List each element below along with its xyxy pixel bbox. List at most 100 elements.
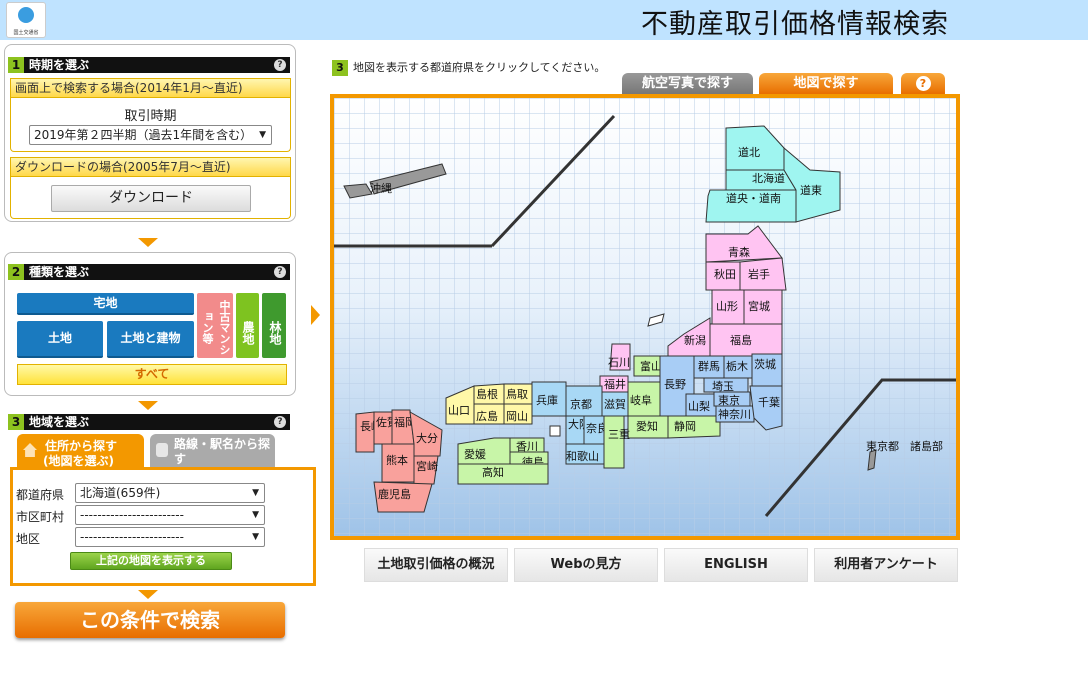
chevron-down-icon: ▼ — [252, 488, 259, 498]
pref-ishikawa-label: 石川 — [608, 356, 630, 369]
pref-kochi-label: 高知 — [482, 465, 504, 479]
pref-hiroshima-label: 広島 — [476, 409, 498, 423]
period-select[interactable]: 2019年第２四半期（過去1年間を含む） ▼ — [29, 125, 272, 145]
pref-hokkaido-label: 北海道 — [752, 171, 785, 185]
district-select-value: ------------------------ — [80, 530, 184, 544]
step-arrow-3-icon — [138, 590, 158, 599]
pref-tokyo[interactable]: 東京 — [713, 391, 751, 407]
pref-akita-label: 秋田 — [714, 267, 736, 281]
takuchi-button[interactable]: 宅地 — [17, 293, 194, 315]
map-instruction: 3 地図を表示する都道府県をクリックしてください。 — [332, 59, 605, 76]
chuko-mansion-button[interactable]: 中古マンション等 — [197, 293, 233, 358]
tochi-tatemono-button[interactable]: 土地と建物 — [107, 321, 194, 358]
pref-aomori-label: 青森 — [728, 245, 750, 259]
pref-hiroshima[interactable]: 広島 — [473, 403, 505, 425]
all-types-button[interactable]: すべて — [17, 364, 287, 385]
pref-miyagi-label: 宮城 — [748, 299, 770, 313]
map-instruction-text: 地図を表示する都道府県をクリックしてください。 — [353, 61, 606, 74]
nochi-button[interactable]: 農地 — [236, 293, 259, 358]
pref-saitama[interactable]: 埼玉 — [703, 377, 749, 393]
pref-chiba-label: 千葉 — [758, 395, 780, 409]
pref-doto-label: 道東 — [800, 183, 822, 197]
pref-tochigi-label: 栃木 — [726, 359, 748, 373]
overview-link[interactable]: 土地取引価格の概況 — [364, 548, 508, 582]
step1-help-icon[interactable]: ? — [274, 59, 286, 71]
pref-okayama[interactable]: 岡山 — [503, 403, 533, 425]
pref-select[interactable]: 北海道(659件) ▼ — [75, 483, 265, 503]
step3-help-icon[interactable]: ? — [274, 416, 286, 428]
pref-shizuoka-label: 静岡 — [674, 419, 696, 433]
pref-shiga[interactable]: 滋賀 — [601, 391, 629, 417]
pref-miyazaki[interactable]: 宮崎 — [413, 455, 439, 485]
mlit-logo[interactable]: 国土交通省 — [6, 2, 46, 38]
tochi-button[interactable]: 土地 — [17, 321, 103, 358]
pref-saitama-label: 埼玉 — [712, 379, 734, 393]
pref-shimane[interactable]: 島根 — [471, 383, 505, 405]
pref-gifu[interactable]: 岐阜 — [627, 381, 661, 419]
home-icon — [23, 443, 37, 457]
pref-tottori-label: 鳥取 — [506, 387, 528, 401]
map-help-tab[interactable]: ? — [901, 73, 945, 94]
pref-dochuo[interactable]: 道央・道南 — [705, 189, 797, 223]
pref-tottori[interactable]: 鳥取 — [503, 383, 533, 405]
pref-kanagawa[interactable]: 神奈川 — [715, 405, 755, 423]
pref-fukushima[interactable]: 福島 — [709, 323, 783, 357]
step1-number: 1 — [8, 57, 24, 73]
step2-header: 2 種類を選ぶ ? — [8, 264, 290, 280]
pref-kagawa[interactable]: 香川 — [509, 437, 545, 453]
pref-kochi[interactable]: 高知 — [457, 463, 549, 485]
pref-kyoto-label: 京都 — [570, 397, 592, 411]
pref-kyoto[interactable]: 京都 — [565, 385, 603, 417]
pref-gifu-label: 岐阜 — [630, 394, 652, 407]
pref-ishikawa[interactable]: 石川 — [608, 343, 631, 371]
pref-shiga-label: 滋賀 — [604, 398, 626, 411]
pref-miyazaki-label: 宮崎 — [416, 459, 438, 473]
pref-miyagi[interactable]: 宮城 — [743, 289, 783, 325]
web-howto-link[interactable]: Webの見方 — [514, 548, 658, 582]
pref-fukushima-label: 福島 — [730, 333, 752, 347]
pref-gunma[interactable]: 群馬 — [693, 355, 725, 379]
pref-aichi[interactable]: 愛知 — [627, 415, 669, 439]
tab-station-search[interactable]: 路線・駅名から探す — [150, 434, 275, 468]
step2-help-icon[interactable]: ? — [274, 266, 286, 278]
rinchi-button[interactable]: 林地 — [262, 293, 286, 358]
pref-akita[interactable]: 秋田 — [705, 261, 741, 291]
pref-hyogo[interactable]: 兵庫 — [531, 381, 567, 417]
pref-yamagata[interactable]: 山形 — [711, 289, 745, 325]
pref-wakayama[interactable]: 和歌山 — [565, 443, 605, 465]
tab-aerial-photo[interactable]: 航空写真で探す — [622, 73, 753, 94]
download-button[interactable]: ダウンロード — [51, 185, 251, 212]
chevron-down-icon: ▼ — [252, 532, 259, 542]
pref-okinawa[interactable]: 沖縄 — [370, 181, 392, 195]
pref-tokyo-islands[interactable]: 東京都 諸島部 — [866, 439, 943, 453]
step3-number: 3 — [8, 414, 24, 430]
step1-title: 時期を選ぶ — [29, 58, 90, 72]
city-select[interactable]: ------------------------ ▼ — [75, 505, 265, 525]
english-link[interactable]: ENGLISH — [664, 548, 808, 582]
logo-mark-icon — [18, 7, 34, 23]
pref-ibaraki-label: 茨城 — [754, 357, 776, 371]
logo-text: 国土交通省 — [13, 30, 39, 36]
tab-address-search[interactable]: 住所から探す (地図を選ぶ) — [17, 434, 144, 468]
pref-iwate-label: 岩手 — [748, 267, 770, 281]
district-select[interactable]: ------------------------ ▼ — [75, 527, 265, 547]
pref-ibaraki[interactable]: 茨城 — [751, 353, 783, 389]
pref-yamaguchi-label: 山口 — [448, 404, 470, 417]
step-arrow-1-icon — [138, 238, 158, 247]
pref-tochigi[interactable]: 栃木 — [723, 355, 753, 379]
help-icon: ? — [915, 76, 931, 91]
search-button[interactable]: この条件で検索 — [15, 602, 285, 638]
right-arrow-icon — [311, 305, 320, 325]
pref-ehime-label: 愛媛 — [464, 447, 486, 461]
pref-kumamoto[interactable]: 熊本 — [381, 443, 415, 483]
survey-link[interactable]: 利用者アンケート — [814, 548, 958, 582]
tab-map-search[interactable]: 地図で探す — [759, 73, 893, 94]
pref-shizuoka[interactable]: 静岡 — [667, 415, 721, 439]
train-icon — [156, 443, 168, 457]
pref-wakayama-label: 和歌山 — [566, 449, 599, 463]
pref-fukui[interactable]: 福井 — [599, 375, 629, 393]
pref-iwate[interactable]: 岩手 — [739, 257, 787, 291]
show-map-button[interactable]: 上記の地図を表示する — [70, 552, 232, 570]
pref-kagoshima[interactable]: 鹿児島 — [373, 481, 433, 513]
pref-yamanashi[interactable]: 山梨 — [685, 393, 717, 417]
